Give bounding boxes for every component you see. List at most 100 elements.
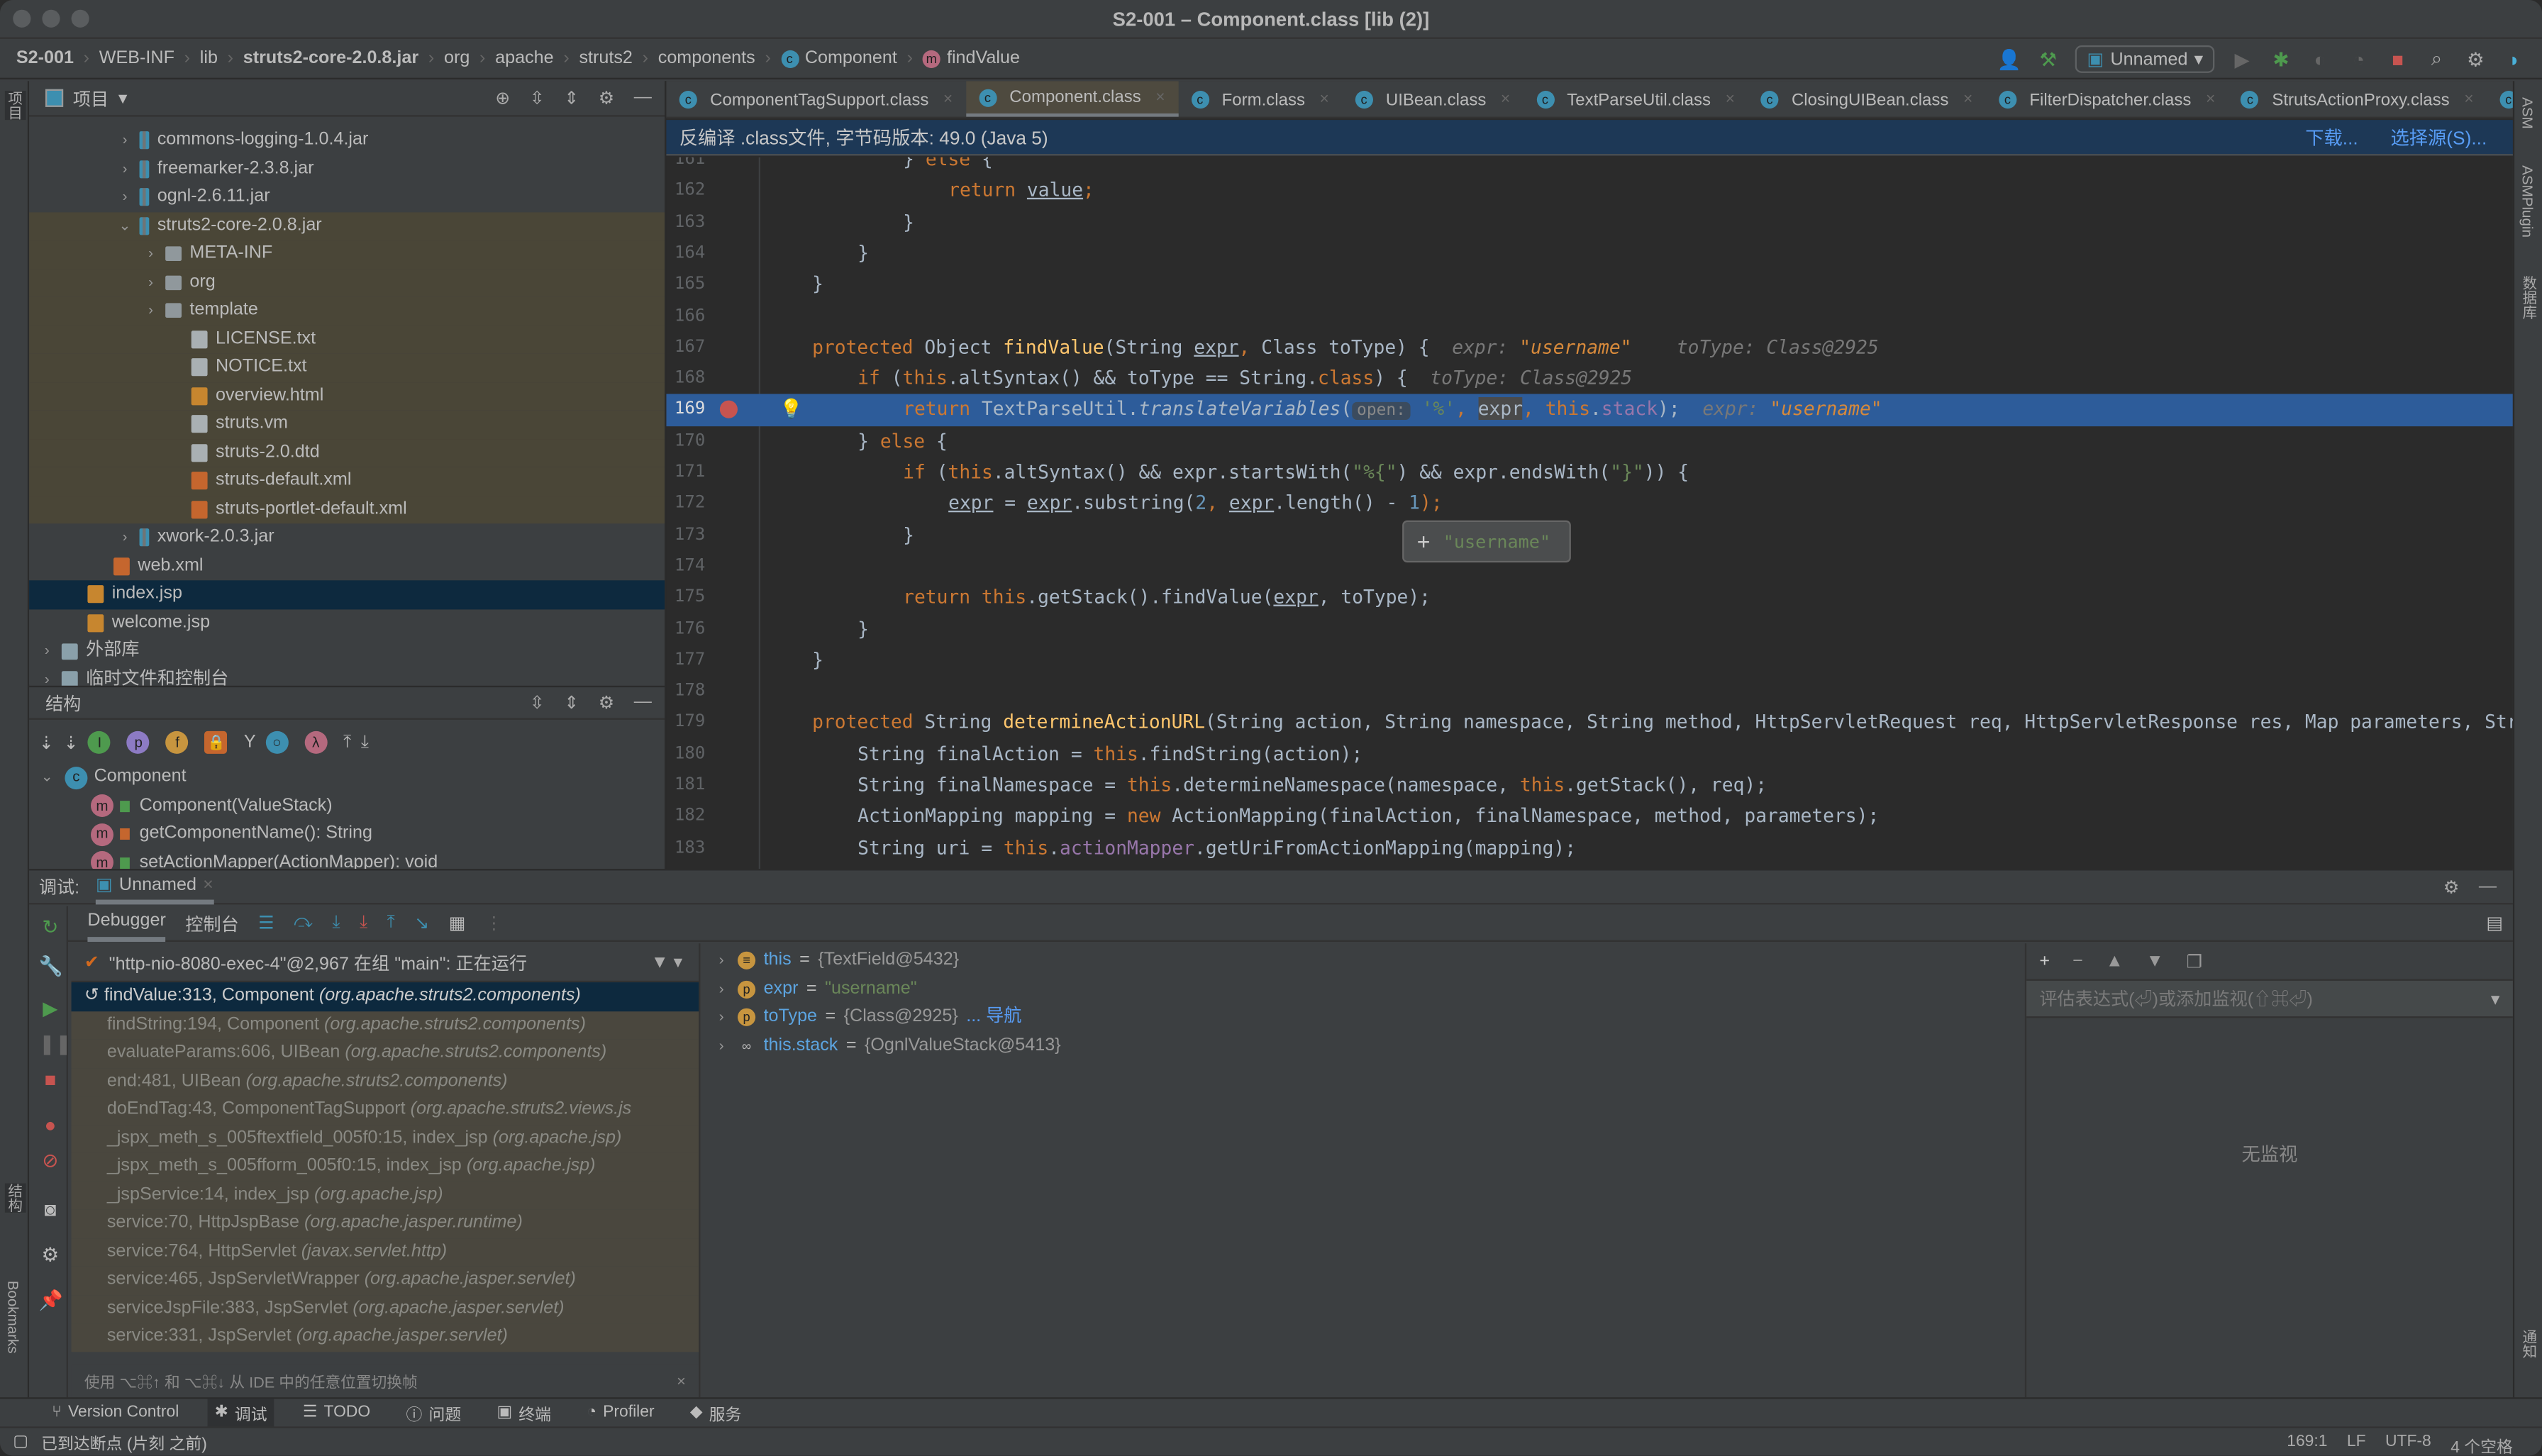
line-number[interactable]: 164 bbox=[666, 238, 705, 269]
step-over-icon[interactable]: ⤼ bbox=[294, 913, 313, 934]
intention-bulb-icon[interactable]: 💡 bbox=[779, 394, 803, 426]
close-icon[interactable]: × bbox=[203, 874, 213, 894]
structure-stripe-button[interactable]: 结构 bbox=[4, 1183, 26, 1213]
line-number[interactable]: 180 bbox=[666, 739, 705, 770]
tree-item[interactable]: LICENSE.txt bbox=[29, 325, 665, 354]
coverage-icon[interactable]: ◐ bbox=[2309, 48, 2331, 70]
profile-icon[interactable]: ◔ bbox=[2348, 48, 2370, 70]
code-area[interactable]: 161} else {162 return value; 163} 164} 165} 1… bbox=[666, 157, 2513, 869]
close-tab-icon[interactable]: × bbox=[1320, 91, 1329, 109]
step-into-icon[interactable]: ⤓ bbox=[332, 913, 340, 934]
minimize-icon[interactable]: — bbox=[2479, 876, 2497, 897]
line-number[interactable]: 163 bbox=[666, 207, 705, 238]
fields-icon[interactable]: f bbox=[166, 730, 189, 754]
debug-session-tab[interactable]: ▣ Unnamed × bbox=[95, 869, 213, 904]
stop-icon[interactable]: ■ bbox=[2387, 48, 2409, 70]
stack-frame[interactable]: _jspx_meth_s_005fform_005f0:15, index_js… bbox=[71, 1152, 699, 1182]
breadcrumb-item[interactable]: S2-001 bbox=[16, 49, 74, 68]
variable-row[interactable]: › p expr = "username" bbox=[700, 975, 2024, 1004]
anonymous-icon[interactable]: ○ bbox=[265, 730, 289, 754]
threads-icon[interactable]: ☰ bbox=[258, 913, 274, 933]
toolwindow-2[interactable]: ☰ TODO bbox=[296, 1398, 377, 1427]
thread-selector[interactable]: ✔ "http-nio-8080-exec-4"@2,967 在组 "main":… bbox=[71, 943, 699, 983]
run-config-dropdown[interactable]: ▣ Unnamed ▾ bbox=[2075, 45, 2215, 73]
gear-icon[interactable]: ⚙ bbox=[599, 692, 615, 713]
line-number[interactable]: 181 bbox=[666, 770, 705, 801]
stack-frame[interactable]: service:764, HttpServlet (javax.servlet.… bbox=[71, 1238, 699, 1267]
structure-member[interactable]: m Component(ValueStack) bbox=[29, 792, 665, 821]
line-number[interactable]: 167 bbox=[666, 332, 705, 363]
inherited-icon[interactable]: I bbox=[88, 730, 111, 754]
chevron-down-icon[interactable]: ▾ bbox=[118, 87, 128, 109]
tab-parame[interactable]: cParame bbox=[2487, 81, 2513, 116]
sort-alpha-icon[interactable]: ⇣ bbox=[64, 732, 79, 752]
database-stripe-button[interactable]: 数据库 bbox=[2519, 276, 2541, 320]
line-number[interactable]: 173 bbox=[666, 520, 705, 551]
line-number[interactable]: 166 bbox=[666, 301, 705, 332]
chevron-right-icon[interactable]: › bbox=[714, 947, 730, 975]
search-icon[interactable]: ⌕ bbox=[2425, 47, 2448, 70]
tree-item[interactable]: › commons-logging-1.0.4.jar bbox=[29, 126, 665, 155]
tree-item[interactable]: ⌄ struts2-core-2.0.8.jar bbox=[29, 211, 665, 240]
tab-filterdispatcher-class[interactable]: c FilterDispatcher.class × bbox=[1986, 81, 2229, 116]
chevron-right-icon[interactable]: › bbox=[143, 268, 159, 296]
line-number[interactable]: 174 bbox=[666, 551, 705, 582]
tree-item[interactable]: › 外部库 bbox=[29, 637, 665, 665]
chevron-right-icon[interactable]: › bbox=[714, 1032, 730, 1060]
caret-position[interactable]: 169:1 bbox=[2287, 1433, 2327, 1456]
properties-icon[interactable]: p bbox=[127, 730, 150, 754]
evaluate-icon[interactable]: ▦ bbox=[449, 913, 466, 933]
structure-root[interactable]: ⌄ c Component bbox=[29, 764, 665, 792]
notifications-stripe-button[interactable]: 通知 bbox=[2519, 1329, 2541, 1358]
close-tab-icon[interactable]: × bbox=[1501, 91, 1510, 109]
run-icon[interactable]: ▶ bbox=[2231, 48, 2253, 70]
tab-component-class[interactable]: c Component.class × bbox=[965, 81, 1178, 117]
autoscroll-to-source-icon[interactable]: ⤒ bbox=[343, 732, 351, 753]
chevron-right-icon[interactable]: › bbox=[117, 183, 133, 211]
breakpoint-icon[interactable] bbox=[719, 401, 738, 419]
line-number[interactable]: 183 bbox=[666, 833, 705, 864]
line-number[interactable]: 170 bbox=[666, 426, 705, 457]
stack-frame[interactable]: findString:194, Component (org.apache.st… bbox=[71, 1011, 699, 1040]
chevron-right-icon[interactable]: › bbox=[714, 1004, 730, 1032]
choose-sources-link[interactable]: 选择源(S)... bbox=[2390, 124, 2487, 150]
toolwindow-4[interactable]: ▣ 终端 bbox=[490, 1398, 557, 1427]
locate-icon[interactable]: ⊕ bbox=[495, 87, 510, 109]
tree-item[interactable]: struts-portlet-default.xml bbox=[29, 495, 665, 524]
chevron-down-icon[interactable]: ⌄ bbox=[117, 211, 133, 240]
add-watch-icon[interactable]: + bbox=[1417, 528, 1431, 555]
tab-form-class[interactable]: c Form.class × bbox=[1178, 81, 1342, 116]
variable-row[interactable]: › ≡ this = {TextField@5432} bbox=[700, 947, 2024, 975]
tab-uibean-class[interactable]: c UIBean.class × bbox=[1342, 81, 1523, 116]
stack-frame[interactable]: doEndTag:43, ComponentTagSupport (org.ap… bbox=[71, 1096, 699, 1125]
stack-frame[interactable]: end:481, UIBean (org.apache.struts2.comp… bbox=[71, 1067, 699, 1096]
view-breakpoints-icon[interactable]: ● bbox=[39, 1113, 62, 1136]
line-number[interactable]: 177 bbox=[666, 645, 705, 676]
debug-bug-icon[interactable]: ✱ bbox=[2270, 48, 2292, 70]
line-number[interactable]: 171 bbox=[666, 457, 705, 489]
line-number[interactable]: 162 bbox=[666, 176, 705, 207]
tree-item[interactable]: struts.vm bbox=[29, 410, 665, 439]
chevron-right-icon[interactable]: › bbox=[39, 637, 55, 665]
line-number[interactable]: 169 bbox=[666, 394, 705, 426]
stack-frame[interactable]: ↺ findValue:313, Component (org.apache.s… bbox=[71, 982, 699, 1011]
stack-frame[interactable]: _jspService:14, index_jsp (org.apache.js… bbox=[71, 1181, 699, 1210]
line-number[interactable]: 176 bbox=[666, 613, 705, 645]
expand-all-icon[interactable]: ⇳ bbox=[530, 692, 545, 713]
breadcrumb-item[interactable]: apache bbox=[495, 49, 553, 68]
tree-item[interactable]: › freemarker-2.3.8.jar bbox=[29, 155, 665, 183]
project-view-selector[interactable]: 项目 bbox=[73, 85, 109, 111]
move-up-icon[interactable]: ▲ bbox=[2106, 952, 2124, 971]
tree-item[interactable]: struts-2.0.dtd bbox=[29, 438, 665, 467]
chevron-down-icon[interactable]: ▾ bbox=[2491, 988, 2500, 1008]
collapse-all-icon[interactable]: ⇕ bbox=[564, 87, 579, 109]
tree-item[interactable]: › META-INF bbox=[29, 240, 665, 269]
camera-icon[interactable]: ◙ bbox=[39, 1198, 62, 1221]
close-icon[interactable]: × bbox=[677, 1372, 686, 1390]
asm-stripe-button[interactable]: ASM bbox=[2519, 97, 2536, 129]
layout-icon[interactable]: ▤ bbox=[2486, 913, 2503, 933]
stack-frame[interactable]: evaluateParams:606, UIBean (org.apache.s… bbox=[71, 1039, 699, 1068]
tree-item[interactable]: › org bbox=[29, 268, 665, 297]
wrench-icon[interactable]: 🔧 bbox=[39, 955, 63, 977]
panel-toggle-icon[interactable]: ▢ bbox=[13, 1433, 28, 1451]
